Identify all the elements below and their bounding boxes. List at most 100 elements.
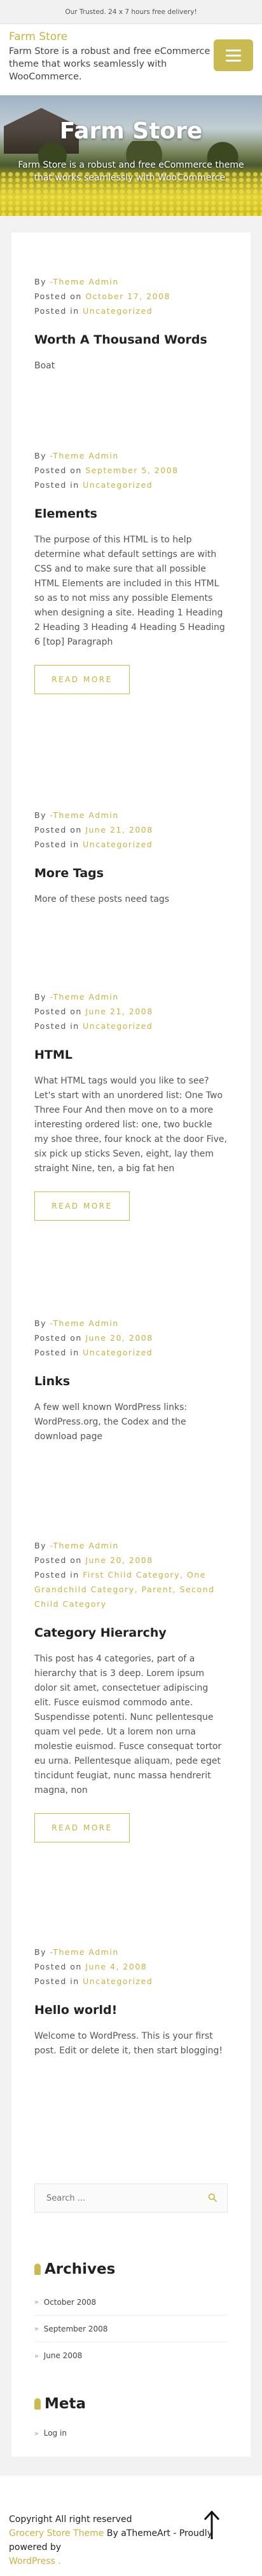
- meta-title: Meta: [34, 2396, 228, 2412]
- post-author-link[interactable]: -Theme Admin: [50, 277, 118, 286]
- double-chevron-icon: »: [34, 2298, 39, 2306]
- meta-label: By: [34, 810, 46, 820]
- archives-list: » October 2008 » September 2008 » June 2008: [34, 2289, 228, 2369]
- meta-item-label: Log in: [43, 2429, 67, 2438]
- hamburger-icon-bar: [226, 59, 241, 62]
- post-category-link[interactable]: Uncategorized: [83, 1021, 153, 1031]
- archive-item[interactable]: » June 2008: [34, 2342, 228, 2369]
- archive-item[interactable]: » September 2008: [34, 2316, 228, 2342]
- meta-label: By: [34, 1541, 46, 1550]
- post-meta: By -Theme Admin Posted on June 4, 2008 P…: [34, 1945, 228, 1989]
- double-chevron-icon: »: [34, 2324, 39, 2333]
- banner-title: Farm Store: [59, 118, 203, 144]
- post-meta: By -Theme Admin Posted on September 5, 2…: [34, 448, 228, 492]
- post-meta: By -Theme Admin Posted on June 20, 2008 …: [34, 1316, 228, 1360]
- meta-label: Posted in: [34, 840, 79, 849]
- theme-link[interactable]: Grocery Store Theme: [9, 2528, 104, 2539]
- post-excerpt: More of these posts need tags: [34, 894, 170, 904]
- archive-item-label: September 2008: [43, 2324, 108, 2333]
- archive-item-label: October 2008: [43, 2297, 97, 2307]
- post-author-link[interactable]: -Theme Admin: [50, 992, 118, 1002]
- post-date-link[interactable]: October 17, 2008: [85, 292, 170, 301]
- post-card: By -Theme Admin Posted on June 21, 2008 …: [11, 944, 251, 1274]
- post-author-link[interactable]: -Theme Admin: [50, 1541, 118, 1550]
- post-author-link[interactable]: -Theme Admin: [50, 451, 118, 460]
- archives-title-text: Archives: [45, 2261, 116, 2277]
- meta-label: Posted in: [34, 306, 79, 316]
- post-category-link[interactable]: Uncategorized: [83, 480, 153, 490]
- post-category-link[interactable]: Uncategorized: [83, 1348, 153, 1357]
- post-card: By -Theme Admin Posted on June 4, 2008 P…: [11, 1909, 251, 2158]
- post-title-link[interactable]: Category Hierarchy: [34, 1625, 228, 1640]
- post-meta: By -Theme Admin Posted on June 21, 2008 …: [34, 808, 228, 852]
- post-author-link[interactable]: -Theme Admin: [50, 1947, 118, 1957]
- post-author-link[interactable]: -Theme Admin: [50, 810, 118, 820]
- meta-label: Posted on: [34, 1962, 82, 1971]
- read-more-button[interactable]: READ MORE: [34, 1813, 130, 1842]
- meta-list: » Log in: [34, 2420, 228, 2446]
- meta-label: Posted in: [34, 480, 79, 490]
- archives-title: Archives: [34, 2261, 228, 2277]
- bulb-icon: [34, 2264, 41, 2275]
- post-meta: By -Theme Admin Posted on June 21, 2008 …: [34, 989, 228, 1033]
- post-card: By -Theme Admin Posted on June 20, 2008 …: [11, 1503, 251, 1909]
- post-card: By -Theme Admin Posted on June 20, 2008 …: [11, 1274, 251, 1503]
- archives-widget: Archives » October 2008 » September 2008 »…: [11, 2247, 251, 2374]
- wordpress-link[interactable]: WordPress .: [9, 2556, 61, 2566]
- post-date-link[interactable]: June 20, 2008: [85, 1555, 153, 1565]
- post-meta: By -Theme Admin Posted on October 17, 20…: [34, 274, 228, 318]
- post-date-link[interactable]: June 20, 2008: [85, 1333, 153, 1343]
- post-category-link[interactable]: Uncategorized: [83, 306, 153, 316]
- post-meta: By -Theme Admin Posted on June 20, 2008 …: [34, 1538, 228, 1611]
- post-title-link[interactable]: HTML: [34, 1047, 228, 1063]
- post-title-link[interactable]: Hello world!: [34, 2002, 228, 2018]
- search-input[interactable]: Search ...: [34, 2184, 228, 2213]
- bulb-icon: [34, 2398, 41, 2410]
- post-excerpt: Welcome to WordPress. This is your first…: [34, 2031, 223, 2056]
- post-title-link[interactable]: Links: [34, 1374, 228, 1389]
- post-date-link[interactable]: June 21, 2008: [85, 825, 153, 835]
- archive-item-label: June 2008: [43, 2351, 83, 2360]
- post-author-link[interactable]: -Theme Admin: [50, 1318, 118, 1328]
- meta-label: Posted in: [34, 1976, 79, 1986]
- meta-widget: Meta » Log in: [11, 2374, 251, 2457]
- hamburger-icon-bar: [226, 54, 241, 57]
- meta-label: By: [34, 277, 46, 286]
- archive-item[interactable]: » October 2008: [34, 2289, 228, 2316]
- meta-label: Posted in: [34, 1021, 79, 1031]
- post-title-link[interactable]: More Tags: [34, 866, 228, 881]
- menu-toggle-button[interactable]: [214, 39, 253, 71]
- meta-label: By: [34, 451, 46, 460]
- post-card: By -Theme Admin Posted on June 21, 2008 …: [11, 760, 251, 944]
- post-excerpt: The purpose of this HTML is to help dete…: [34, 535, 225, 647]
- search-icon[interactable]: [208, 2193, 217, 2202]
- read-more-button[interactable]: READ MORE: [34, 665, 130, 694]
- post-title-link[interactable]: Worth A Thousand Words: [34, 332, 228, 347]
- post-excerpt: A few well known WordPress links: WordPr…: [34, 1402, 188, 1442]
- meta-label: By: [34, 1318, 46, 1328]
- top-announcement-bar: Our Trusted. 24 x 7 hours free delivery!: [0, 0, 262, 24]
- double-chevron-icon: »: [34, 2351, 39, 2360]
- scroll-to-top-arrow-icon[interactable]: [202, 2509, 221, 2540]
- post-title-link[interactable]: Elements: [34, 506, 228, 521]
- meta-label: Posted on: [34, 1333, 82, 1343]
- post-date-link[interactable]: June 4, 2008: [85, 1962, 147, 1971]
- search-placeholder: Search ...: [46, 2193, 86, 2203]
- post-date-link[interactable]: September 5, 2008: [85, 466, 178, 475]
- search-widget: Search ...: [11, 2158, 251, 2247]
- post-excerpt: This post has 4 categories, part of a hi…: [34, 1654, 222, 1795]
- meta-label: Posted in: [34, 1348, 79, 1357]
- post-category-link[interactable]: Uncategorized: [83, 1976, 153, 1986]
- site-header: Farm Store Farm Store is a robust and fr…: [0, 24, 262, 95]
- banner-text: Farm Store is a robust and free eCommerc…: [18, 160, 244, 183]
- meta-label: Posted on: [34, 1555, 82, 1565]
- post-category-link[interactable]: Uncategorized: [83, 840, 153, 849]
- site-footer: Copyright All right reserved Grocery Sto…: [0, 2476, 262, 2576]
- read-more-button[interactable]: READ MORE: [34, 1191, 130, 1221]
- meta-item-login[interactable]: » Log in: [34, 2420, 228, 2446]
- meta-label: Posted on: [34, 825, 82, 835]
- post-date-link[interactable]: June 21, 2008: [85, 1007, 153, 1016]
- site-description: Farm Store is a robust and free eCommerc…: [9, 46, 210, 82]
- post-card: By -Theme Admin Posted on September 5, 2…: [11, 423, 251, 760]
- meta-label: Posted in: [34, 1570, 79, 1580]
